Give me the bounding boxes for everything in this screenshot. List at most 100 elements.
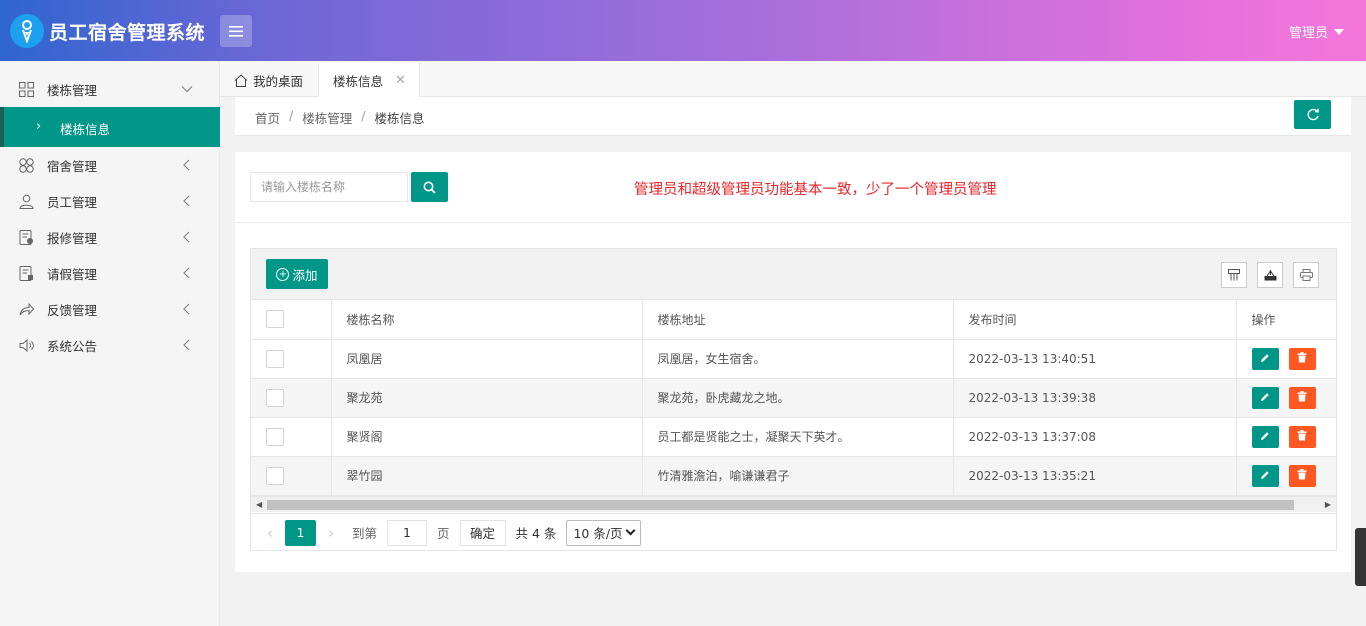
edit-button[interactable] [1251,347,1279,370]
add-button[interactable]: + 添加 [266,259,328,289]
chevron-left-icon [183,303,190,315]
total-count: 共 4 条 [515,526,557,541]
sidebar-item-staff[interactable]: 员工管理 [0,183,220,219]
home-icon [234,73,248,87]
column-header[interactable]: 发布时间 [953,300,1237,340]
add-button-label: 添加 [292,267,318,283]
scroll-left-arrow-icon[interactable]: ◀ [256,500,262,509]
scroll-right-arrow-icon[interactable]: ▶ [1325,500,1331,509]
columns-icon [1228,269,1240,281]
refresh-icon [1307,108,1319,120]
delete-button[interactable] [1288,386,1316,409]
print-button[interactable] [1293,262,1319,288]
columns-filter-button[interactable] [1221,262,1247,288]
sidebar-item-notice[interactable]: 系统公告 [0,327,220,363]
edit-button[interactable] [1251,425,1279,448]
page-size-value: 10 条/页 [573,526,623,541]
sidebar-item-leave[interactable]: 请假管理 [0,255,220,291]
edit-button[interactable] [1251,386,1279,409]
table-row: 聚龙苑 聚龙苑，卧虎藏龙之地。 2022-03-13 13:39:38 [251,378,1336,418]
breadcrumb: 首页 / 楼栋管理 / 楼栋信息 [255,108,424,127]
delete-button[interactable] [1288,347,1316,370]
table-row: 翠竹园 竹清雅澹泊，喻谦谦君子 2022-03-13 13:35:21 [251,456,1336,496]
next-page-button[interactable]: › [316,524,346,542]
plus-circle-icon: + [276,267,290,281]
search-button[interactable] [411,172,448,202]
menu-toggle-button[interactable] [220,15,252,47]
chevron-down-icon [181,86,193,93]
user-name: 管理员 [1288,26,1328,41]
cell-actions [1236,456,1336,496]
trash-icon [1297,351,1307,362]
chevron-left-icon [183,195,190,207]
row-checkbox[interactable] [266,466,284,485]
chevron-left-icon [183,267,190,279]
cell-actions [1236,378,1336,418]
user-menu[interactable]: 管理员 [1289,22,1344,41]
cell-address: 凤凰居，女生宿舍。 [642,339,954,379]
cell-name: 聚龙苑 [331,378,643,418]
tab-home[interactable]: 我的桌面 [234,63,303,97]
page-size-select[interactable]: 10 条/页 [566,519,642,546]
row-checkbox[interactable] [266,349,284,368]
trash-icon [1297,468,1307,479]
tab-bar: 我的桌面 楼栋信息 ✕ [220,61,1366,97]
table-toolbar: + 添加 [251,249,1336,300]
chevron-right-icon: › [36,119,42,134]
repair-doc-icon [18,229,34,245]
sidebar-item-label: 报修管理 [47,230,98,246]
sidebar-subitem-building-info[interactable]: › 楼栋信息 [0,107,220,147]
hamburger-icon [229,25,243,37]
breadcrumb-home[interactable]: 首页 [255,108,280,127]
search-input[interactable] [250,172,408,202]
goto-confirm-button[interactable]: 确定 [459,519,506,546]
select-all-cell [251,300,332,340]
breadcrumb-building[interactable]: 楼栋管理 [302,108,352,127]
top-header: 员工宿舍管理系统 管理员 [0,0,1366,61]
prev-page-button[interactable]: ‹ [255,524,285,542]
tab-building-info[interactable]: 楼栋信息 ✕ [318,63,420,97]
select-all-checkbox[interactable] [266,310,284,329]
export-button[interactable] [1257,262,1283,288]
sidebar-item-repair[interactable]: 报修管理 [0,219,220,255]
print-icon [1299,269,1313,281]
refresh-button[interactable] [1294,100,1331,129]
app-title: 员工宿舍管理系统 [49,22,206,44]
pencil-icon [1261,470,1269,479]
page-number-current[interactable]: 1 [285,519,316,546]
row-checkbox[interactable] [266,427,284,446]
close-icon[interactable]: ✕ [395,73,406,88]
chevron-left-icon [183,231,190,243]
pencil-icon [1261,431,1269,440]
pagination: ‹ 1 › 到第 页 确定 共 4 条 10 条/页 [251,513,1336,551]
scrollbar-thumb[interactable] [267,500,1294,510]
sidebar-item-label: 反馈管理 [47,302,98,318]
leave-doc-icon [18,265,34,281]
table: 楼栋名称 楼栋地址 发布时间 操作 凤凰居 凤凰居，女生宿舍。 2022-03-… [251,300,1336,496]
edit-button[interactable] [1251,464,1279,487]
sidebar-item-label: 请假管理 [47,266,98,282]
sidebar-item-dorm[interactable]: 宿舍管理 [0,147,220,183]
column-header[interactable]: 楼栋名称 [331,300,643,340]
delete-button[interactable] [1288,425,1316,448]
cell-name: 聚贤阁 [331,417,643,457]
sidebar-item-building[interactable]: 楼栋管理 [0,71,220,107]
chevron-down-icon [625,525,636,535]
goto-label: 到第 [352,526,378,541]
row-checkbox[interactable] [266,388,284,407]
export-icon [1264,270,1276,281]
user-icon [18,193,34,209]
breadcrumb-bar: 首页 / 楼栋管理 / 楼栋信息 [235,97,1351,136]
cell-address: 聚龙苑，卧虎藏龙之地。 [642,378,954,418]
horizontal-scrollbar[interactable]: ◀ ▶ [251,496,1336,512]
column-header[interactable]: 楼栋地址 [642,300,954,340]
sidebar-item-label: 楼栋管理 [47,82,98,98]
table-row: 聚贤阁 员工都是贤能之士，凝聚天下英才。 2022-03-13 13:37:08 [251,417,1336,457]
goto-page-input[interactable] [387,519,428,546]
sidebar-item-feedback[interactable]: 反馈管理 [0,291,220,327]
trash-icon [1297,390,1307,401]
side-widget[interactable] [1355,528,1366,586]
notice-text: 管理员和超级管理员功能基本一致，少了一个管理员管理 [634,182,997,198]
delete-button[interactable] [1288,464,1316,487]
breadcrumb-current: 楼栋信息 [374,111,425,126]
